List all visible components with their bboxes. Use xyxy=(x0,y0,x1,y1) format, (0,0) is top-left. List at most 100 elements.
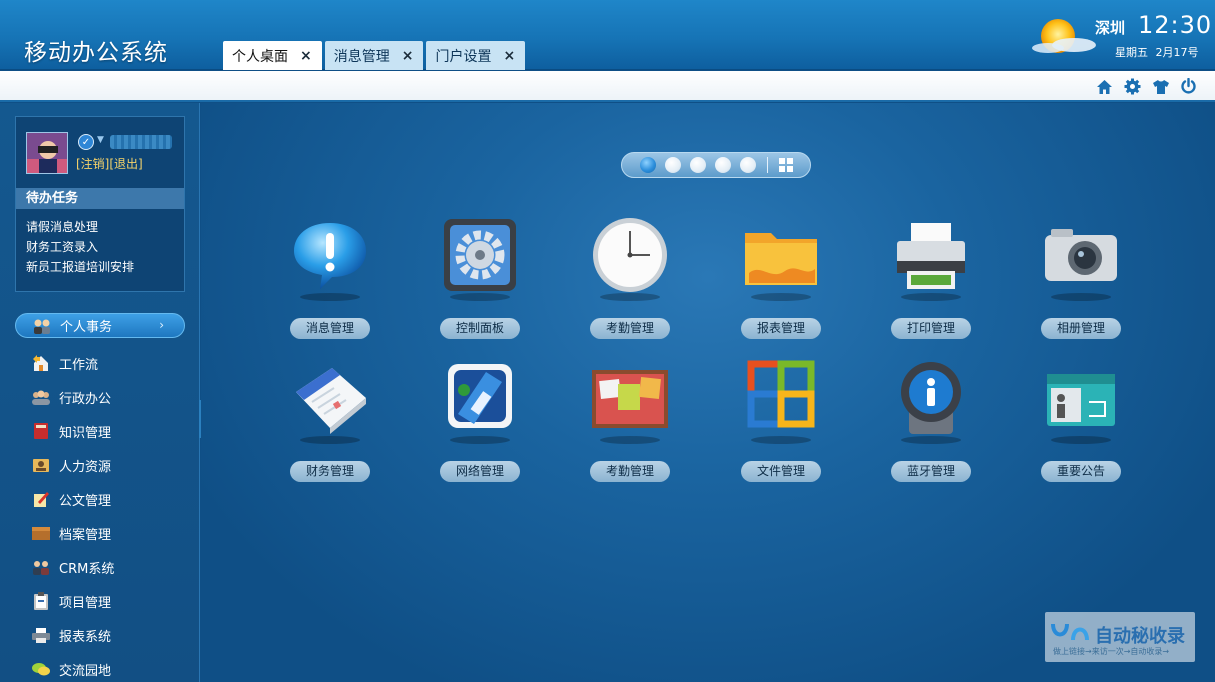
sidebar-item-label: 工作流 xyxy=(59,357,99,373)
app-label: 重要公告 xyxy=(1041,461,1121,482)
logo-icon xyxy=(1051,623,1089,641)
folder-icon xyxy=(745,233,817,285)
sidebar-menu: 个人事务 › 工作流 行政办公 知识管理 人力资源 公文管理 档案管理 CRM系… xyxy=(15,313,185,682)
sidebar-item-knowledge[interactable]: 知识管理 xyxy=(15,414,185,448)
speech-bubble-icon xyxy=(294,223,366,289)
user-name-blurred xyxy=(110,135,172,149)
sidebar-item-archives[interactable]: 档案管理 xyxy=(15,516,185,550)
sidebar-item-projects[interactable]: 项目管理 xyxy=(15,584,185,618)
sidebar-item-label: CRM系统 xyxy=(59,561,115,577)
app-label: 相册管理 xyxy=(1041,318,1121,339)
chat-bubbles-icon xyxy=(31,660,51,678)
page-dot[interactable] xyxy=(715,157,731,173)
page-dot[interactable] xyxy=(640,157,656,173)
tab-label: 门户设置 xyxy=(435,48,492,65)
sidebar-item-admin-office[interactable]: 行政办公 xyxy=(15,380,185,414)
app-control-panel[interactable]: 控制面板 xyxy=(435,215,525,339)
office-logo-icon xyxy=(747,360,815,428)
sun-cloud-icon xyxy=(1032,19,1096,53)
app-reports[interactable]: 报表管理 xyxy=(736,215,826,339)
sidebar-item-label: 项目管理 xyxy=(59,595,112,611)
avatar[interactable] xyxy=(26,132,68,174)
app-attendance[interactable]: 考勤管理 xyxy=(585,215,675,339)
tab-message-management[interactable]: 消息管理 × xyxy=(324,41,424,70)
sidebar-item-personal-affairs[interactable]: 个人事务 › xyxy=(15,313,185,338)
desktop-area: 消息管理 控制面板 考勤管理 报表管理 打印管理 相册管理 财务管理 网络管理 … xyxy=(201,103,1215,682)
user-profile-panel: ✓ ▼ [注销][退出] 待办任务 请假消息处理 财务工资录入 新员工报道培训安… xyxy=(15,116,185,292)
clock-icon xyxy=(593,218,667,292)
sidebar: ✓ ▼ [注销][退出] 待办任务 请假消息处理 财务工资录入 新员工报道培训安… xyxy=(0,103,200,682)
app-bluetooth[interactable]: 蓝牙管理 xyxy=(886,358,976,482)
tab-portal-settings[interactable]: 门户设置 × xyxy=(426,41,526,70)
network-icon xyxy=(448,364,512,428)
home-icon[interactable] xyxy=(1095,77,1114,96)
weather-city: 深圳 xyxy=(1095,19,1126,37)
toolbar xyxy=(0,71,1215,102)
app-label: 蓝牙管理 xyxy=(891,461,971,482)
shirt-icon[interactable] xyxy=(1151,77,1170,96)
sidebar-item-hr[interactable]: 人力资源 xyxy=(15,448,185,482)
todo-title: 待办任务 xyxy=(16,188,184,209)
app-printing[interactable]: 打印管理 xyxy=(886,215,976,339)
todo-item[interactable]: 新员工报道培训安排 xyxy=(26,257,134,277)
app-label: 消息管理 xyxy=(290,318,370,339)
sidebar-item-label: 行政办公 xyxy=(59,391,112,407)
watermark-subtext: 做上链接→来访一次→自动收录→ xyxy=(1053,647,1170,656)
page-dot[interactable] xyxy=(690,157,706,173)
app-files[interactable]: 文件管理 xyxy=(736,358,826,482)
document-pen-icon xyxy=(31,490,51,508)
todo-list: 请假消息处理 财务工资录入 新员工报道培训安排 xyxy=(26,217,134,277)
bluetooth-device-icon xyxy=(901,362,961,434)
header-bar: 移动办公系统 个人桌面 × 消息管理 × 门户设置 × 深圳 12:30 星期五… xyxy=(0,0,1215,70)
camera-icon xyxy=(1045,229,1117,281)
sidebar-item-forum[interactable]: 交流园地 xyxy=(15,652,185,682)
sidebar-item-crm[interactable]: CRM系统 xyxy=(15,550,185,584)
sidebar-item-label: 报表系统 xyxy=(59,629,112,645)
app-announcements[interactable]: 重要公告 xyxy=(1036,358,1126,482)
clipboard-icon xyxy=(31,592,51,610)
sidebar-item-reports[interactable]: 报表系统 xyxy=(15,618,185,652)
close-icon[interactable]: × xyxy=(402,48,414,64)
app-title: 移动办公系统 xyxy=(24,40,168,66)
logout-links[interactable]: [注销][退出] xyxy=(76,155,143,172)
tab-label: 个人桌面 xyxy=(232,48,288,65)
gear-panel-icon xyxy=(444,219,516,291)
chevron-down-icon[interactable]: ▼ xyxy=(97,135,104,145)
sidebar-item-label: 知识管理 xyxy=(59,425,112,441)
printer-report-icon xyxy=(31,626,51,644)
app-finance[interactable]: 财务管理 xyxy=(285,358,375,482)
app-network[interactable]: 网络管理 xyxy=(435,358,525,482)
app-album[interactable]: 相册管理 xyxy=(1036,215,1126,339)
house-arrow-icon xyxy=(31,354,51,372)
grid-view-icon[interactable] xyxy=(779,158,793,172)
sidebar-item-label: 档案管理 xyxy=(59,527,112,543)
gear-icon[interactable] xyxy=(1123,77,1142,96)
sidebar-item-documents[interactable]: 公文管理 xyxy=(15,482,185,516)
page-dot[interactable] xyxy=(665,157,681,173)
app-label: 财务管理 xyxy=(290,461,370,482)
chevron-right-icon: › xyxy=(159,318,164,332)
sidebar-item-label: 个人事务 xyxy=(60,320,113,335)
close-icon[interactable]: × xyxy=(300,48,312,64)
calendar-icon xyxy=(296,368,366,434)
todo-item[interactable]: 财务工资录入 xyxy=(26,237,134,257)
notes-board-icon xyxy=(592,370,668,428)
people-icon xyxy=(32,317,52,335)
tab-label: 消息管理 xyxy=(333,48,390,65)
person-card-icon xyxy=(31,456,51,474)
tab-personal-desktop[interactable]: 个人桌面 × xyxy=(223,41,322,70)
sidebar-item-label: 交流园地 xyxy=(59,663,112,679)
book-icon xyxy=(31,422,51,440)
todo-item[interactable]: 请假消息处理 xyxy=(26,217,134,237)
page-dot[interactable] xyxy=(740,157,756,173)
power-icon[interactable] xyxy=(1179,77,1198,96)
watermark-text: 自动秘收录 xyxy=(1095,626,1185,647)
sidebar-item-workflow[interactable]: 工作流 xyxy=(15,346,185,380)
watermark-logo: 自动秘收录 做上链接→来访一次→自动收录→ xyxy=(1045,612,1195,662)
app-label: 打印管理 xyxy=(891,318,971,339)
app-message-management[interactable]: 消息管理 xyxy=(285,215,375,339)
clock-time: 12:30 xyxy=(1138,11,1213,39)
app-attendance-2[interactable]: 考勤管理 xyxy=(585,358,675,482)
close-icon[interactable]: × xyxy=(503,48,515,64)
pager-divider xyxy=(767,157,768,173)
